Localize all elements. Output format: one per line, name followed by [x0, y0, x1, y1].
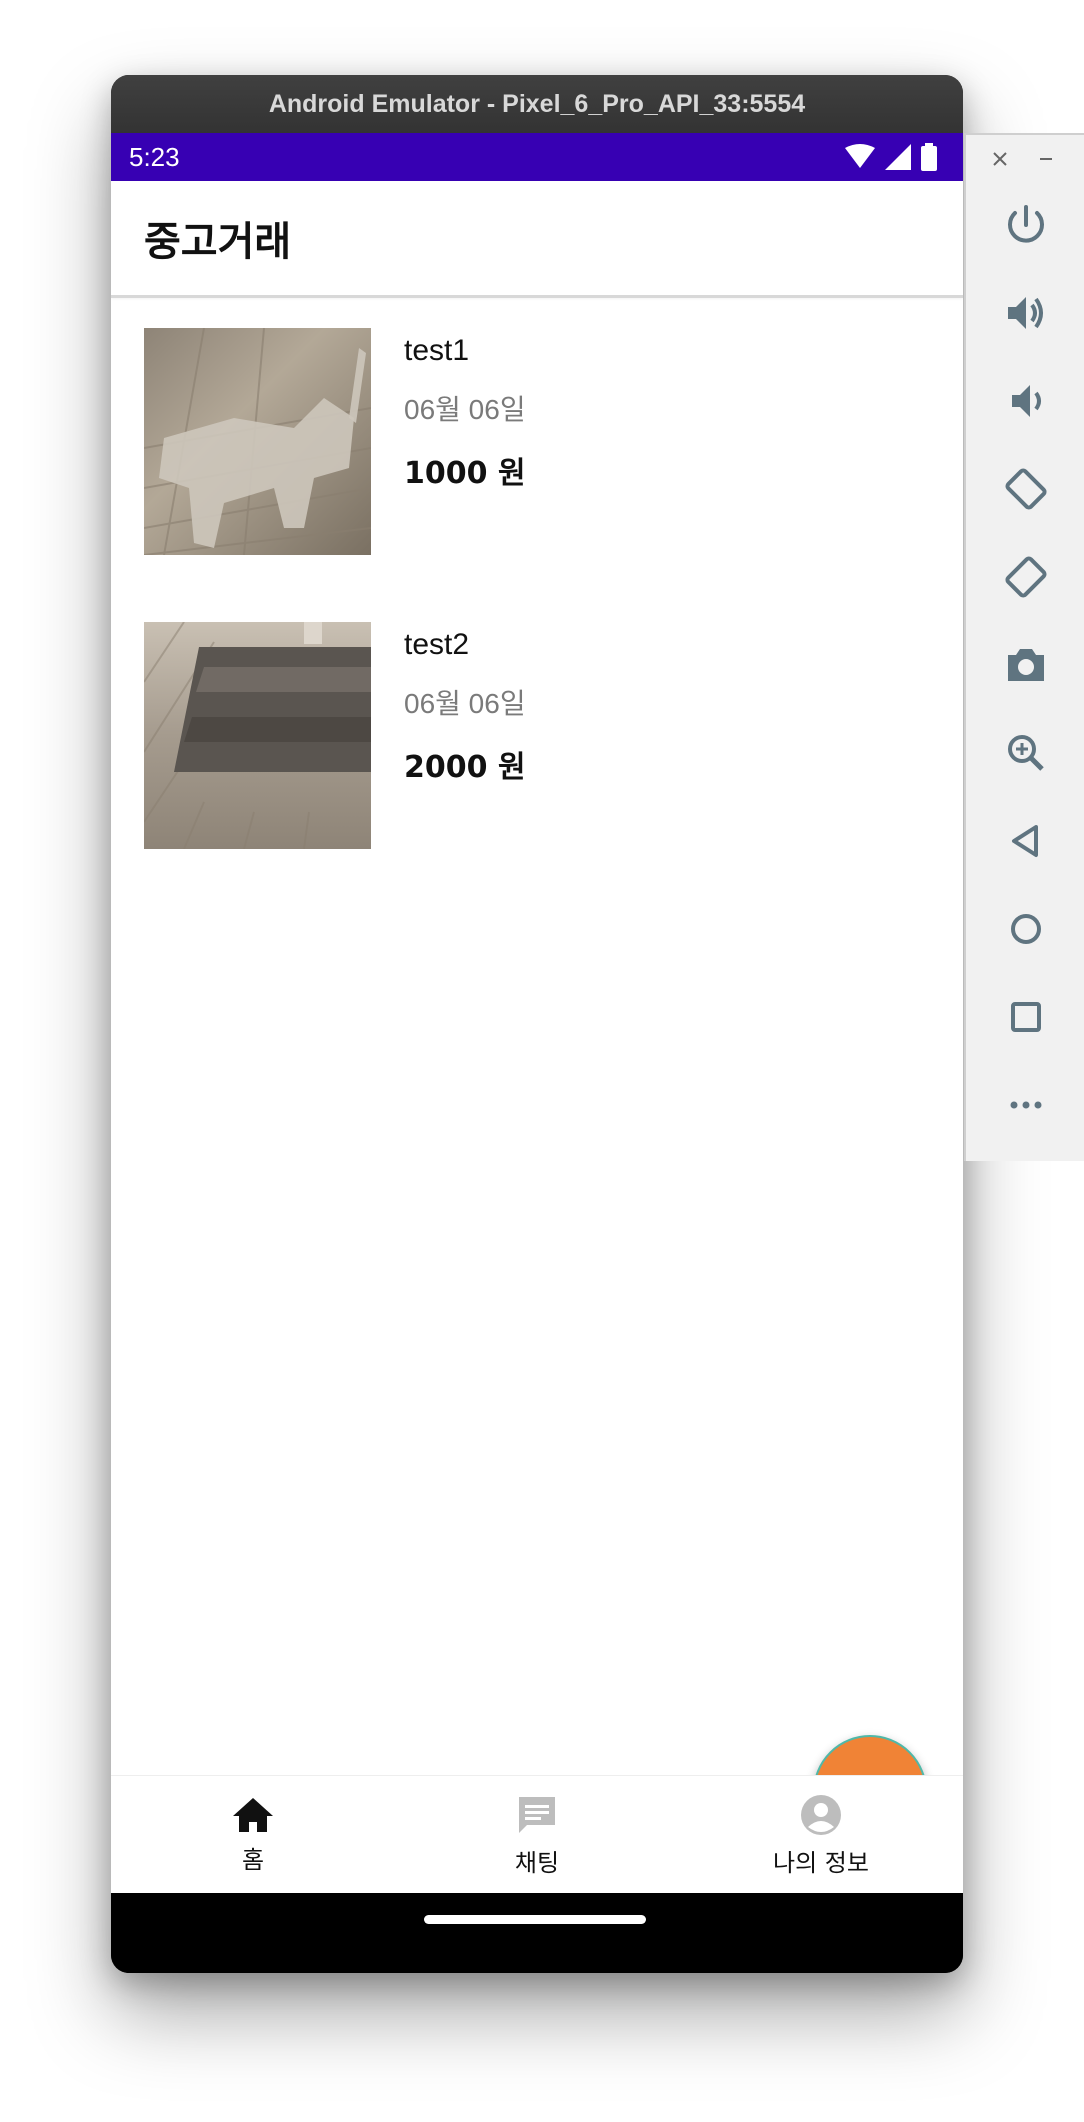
rug-image [144, 622, 371, 849]
home-icon [233, 1797, 273, 1832]
close-icon[interactable] [990, 149, 1010, 169]
chat-icon [519, 1796, 555, 1833]
item-price: 1000 원 [404, 456, 526, 491]
system-navigation-bar [111, 1893, 963, 1973]
nav-profile-label: 나의 정보 [773, 1848, 869, 1877]
camera-icon[interactable] [1000, 639, 1052, 691]
wifi-icon [845, 144, 875, 168]
more-icon[interactable] [1000, 1079, 1052, 1131]
item-date: 06월 06일 [404, 688, 526, 719]
rotate-left-icon[interactable] [1000, 463, 1052, 515]
item-title: test2 [404, 628, 470, 661]
list-item[interactable]: test1 06월 06일 1000 원 [111, 328, 963, 556]
item-date: 06월 06일 [404, 394, 526, 425]
window-title: Android Emulator - Pixel_6_Pro_API_33:55… [111, 75, 963, 133]
item-thumbnail [144, 622, 371, 849]
nav-chat-label: 채팅 [514, 1848, 560, 1877]
app-screen: 중고거래 test1 06월 06일 1000 원 test2 06월 06일 … [111, 181, 963, 1919]
battery-icon [921, 143, 937, 171]
page-title: 중고거래 [144, 219, 292, 265]
zoom-icon[interactable] [1000, 727, 1052, 779]
bottom-navigation: 홈 채팅 나의 정보 [111, 1775, 963, 1894]
home-circle-icon[interactable] [1000, 903, 1052, 955]
volume-down-icon[interactable] [1000, 375, 1052, 427]
list-item[interactable]: test2 06월 06일 2000 원 [111, 622, 963, 850]
status-time: 5:23 [129, 141, 180, 172]
item-title: test1 [404, 334, 470, 367]
rotate-right-icon[interactable] [1000, 551, 1052, 603]
status-bar: 5:23 [111, 133, 963, 181]
item-thumbnail [144, 328, 371, 555]
signal-icon [885, 144, 911, 170]
nav-chat[interactable]: 채팅 [395, 1776, 679, 1894]
app-bar: 중고거래 [111, 181, 963, 298]
minimize-icon[interactable] [1036, 149, 1056, 169]
nav-home-label: 홈 [241, 1845, 265, 1874]
emulator-sidebar [964, 133, 1084, 1161]
volume-up-icon[interactable] [1000, 287, 1052, 339]
account-icon [801, 1794, 841, 1835]
emulator-window: Android Emulator - Pixel_6_Pro_API_33:55… [111, 75, 963, 1973]
nav-home[interactable]: 홈 [111, 1776, 395, 1894]
power-icon[interactable] [1000, 199, 1052, 251]
back-icon[interactable] [1000, 815, 1052, 867]
overview-icon[interactable] [1000, 991, 1052, 1043]
item-price: 2000 원 [404, 750, 526, 785]
nav-profile[interactable]: 나의 정보 [679, 1776, 963, 1894]
article-list: test1 06월 06일 1000 원 test2 06월 06일 2000 … [111, 298, 963, 850]
dog-image [144, 328, 371, 555]
home-gesture-handle[interactable] [424, 1915, 646, 1924]
